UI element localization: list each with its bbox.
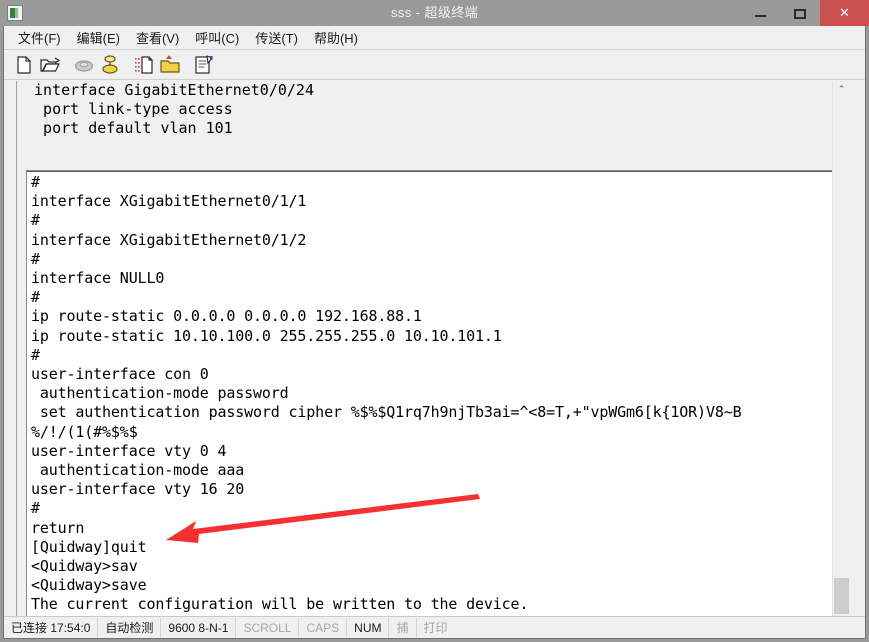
terminal-area[interactable]: interface GigabitEthernet0/0/24 port lin…: [16, 81, 853, 632]
status-connection: 已连接 17:54:0: [4, 617, 99, 638]
window-controls: ✕: [740, 0, 869, 26]
open-button[interactable]: [38, 53, 62, 77]
status-print: 打印: [423, 621, 448, 635]
terminal-header-lines: interface GigabitEthernet0/0/24 port lin…: [34, 81, 314, 138]
open-icon: [40, 56, 61, 72]
send-file-button[interactable]: [132, 53, 156, 77]
menu-call[interactable]: 呼叫(C): [187, 25, 247, 51]
minimize-button[interactable]: [740, 0, 780, 26]
new-connection-icon: [17, 55, 31, 74]
menu-file[interactable]: 文件(F): [10, 25, 69, 51]
minimize-icon: [755, 15, 766, 17]
status-capture: 捕: [389, 617, 417, 638]
menu-view[interactable]: 查看(V): [128, 25, 187, 51]
terminal-scrollbar[interactable]: ⌃ ⌄: [832, 81, 850, 632]
hyperterminal-window: sss - 超级终端 ✕ 文件(F) 编辑(E) 查看(V) 呼叫(C) 传送(…: [0, 0, 869, 642]
terminal-output-text: # interface XGigabitEthernet0/1/1 # inte…: [31, 173, 843, 624]
disconnect-button: [72, 53, 96, 77]
receive-file-button[interactable]: [158, 53, 182, 77]
properties-icon: [195, 54, 213, 74]
title-bar: sss - 超级终端 ✕: [0, 0, 869, 26]
toolbar-separator-3: [184, 53, 192, 77]
status-scroll: SCROLL: [236, 617, 300, 638]
send-file-icon: [135, 55, 153, 74]
menu-transfer[interactable]: 传送(T): [247, 25, 306, 51]
tool-bar: [4, 50, 865, 80]
properties-button[interactable]: [192, 53, 216, 77]
window-title: sss - 超级终端: [390, 5, 479, 20]
menu-bar: 文件(F) 编辑(E) 查看(V) 呼叫(C) 传送(T) 帮助(H): [4, 26, 865, 50]
menu-help[interactable]: 帮助(H): [306, 25, 366, 51]
window-body: 文件(F) 编辑(E) 查看(V) 呼叫(C) 传送(T) 帮助(H) inte…: [3, 26, 866, 639]
terminal-output-panel[interactable]: # interface XGigabitEthernet0/1/1 # inte…: [26, 170, 845, 625]
terminal-body-lines: # interface XGigabitEthernet0/1/1 # inte…: [31, 173, 742, 624]
status-detect: 自动检测: [98, 617, 162, 638]
status-num: NUM: [347, 617, 390, 638]
status-bar: 已连接 17:54:0 自动检测 9600 8-N-1 SCROLL CAPS …: [4, 616, 865, 638]
maximize-button[interactable]: [780, 0, 820, 26]
close-icon: ✕: [839, 5, 850, 20]
scrollbar-thumb[interactable]: [834, 578, 849, 614]
scroll-up-icon[interactable]: ⌃: [833, 81, 850, 98]
call-button[interactable]: [98, 53, 122, 77]
toolbar-separator-2: [124, 53, 132, 77]
status-baud: 9600 8-N-1: [161, 617, 237, 638]
receive-file-icon: [160, 54, 180, 73]
maximize-icon: [794, 9, 806, 19]
toolbar-separator-1: [64, 53, 72, 77]
close-button[interactable]: ✕: [820, 0, 869, 26]
menu-edit[interactable]: 编辑(E): [69, 25, 128, 51]
new-connection-button[interactable]: [12, 53, 36, 77]
disconnect-icon: [74, 59, 94, 72]
call-icon: [102, 54, 118, 74]
status-caps: CAPS: [299, 617, 348, 638]
